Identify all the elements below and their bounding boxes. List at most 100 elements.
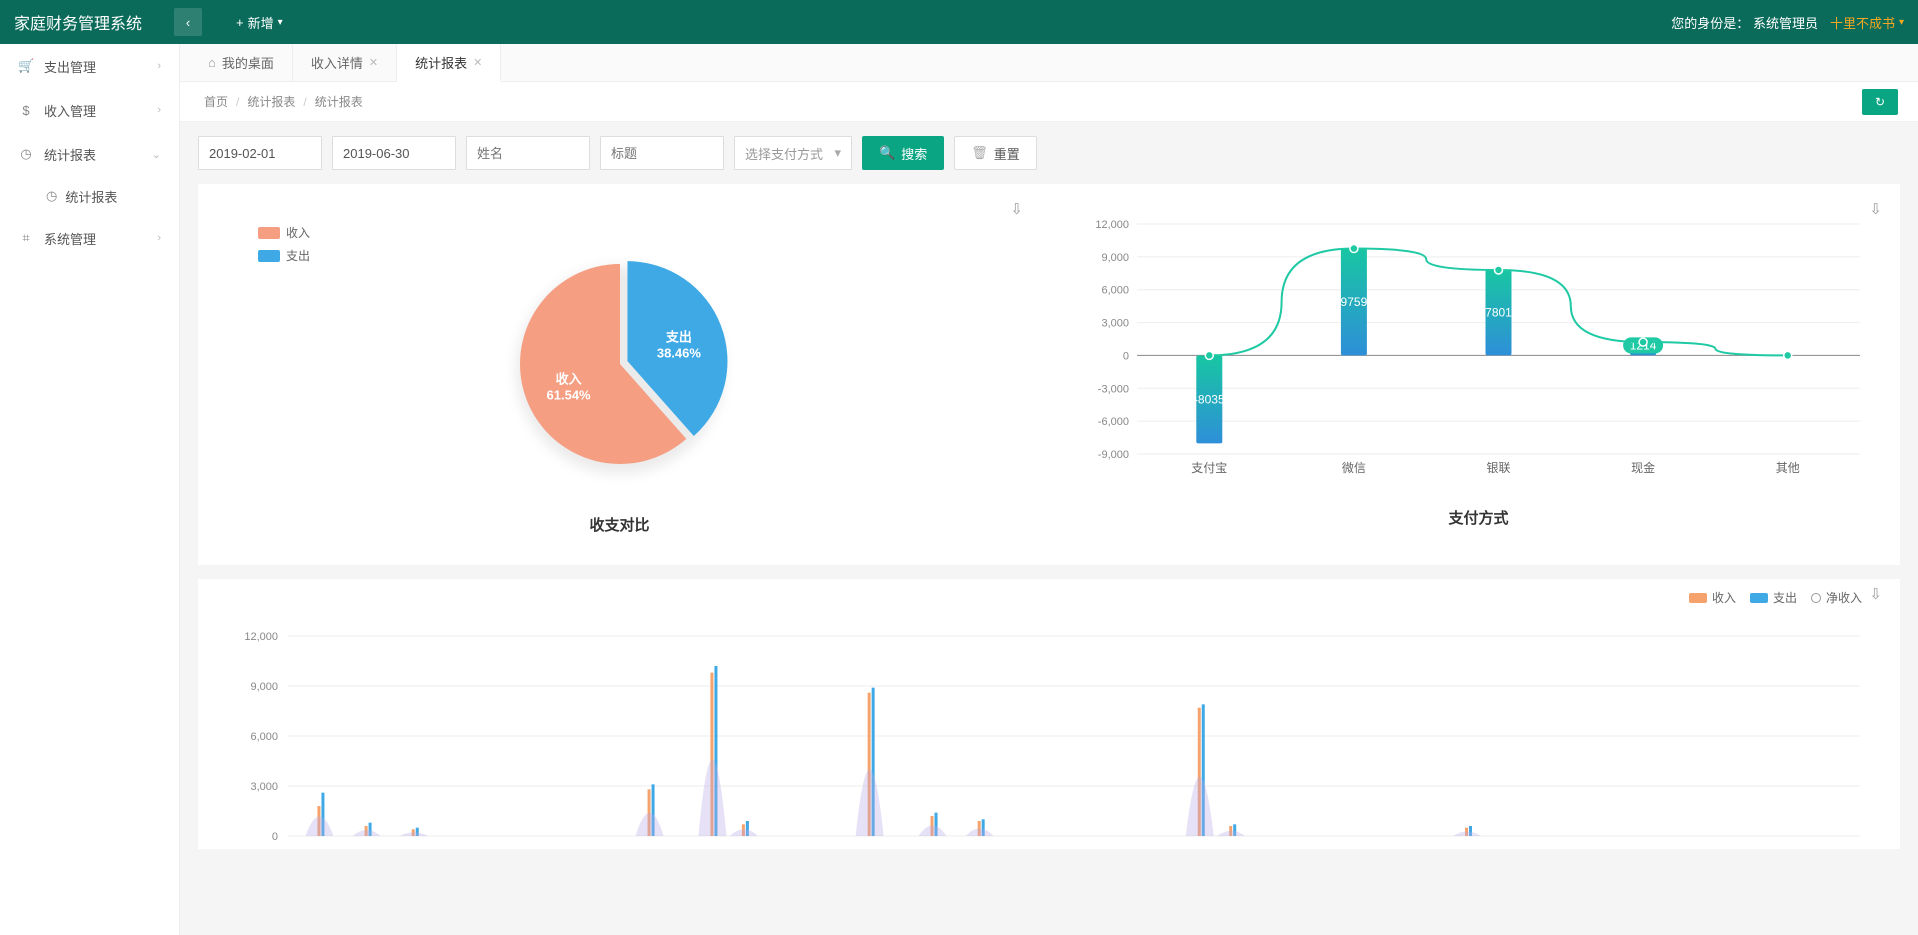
chevron-right-icon: › [157,60,161,72]
breadcrumb-item[interactable]: 统计报表 [247,93,295,110]
svg-text:现金: 现金 [1631,460,1655,475]
legend-item-expense[interactable]: 支出 [258,247,310,264]
bar-chart-card: ⇩ -9,000-6,000-3,00003,0006,0009,00012,0… [1057,194,1900,545]
user-menu[interactable]: 十里不成书 ▾ [1830,13,1904,32]
breadcrumb-sep: / [303,95,306,109]
svg-text:9759: 9759 [1341,295,1368,309]
name-input[interactable] [466,136,590,170]
sidebar-item-income[interactable]: $ 收入管理 › [0,88,179,132]
sidebar-subitem-reports[interactable]: ◷ 统计报表 [0,176,179,216]
sidebar: 🛒 支出管理 › $ 收入管理 › ◷ 统计报表 ⌄ ◷ 统计报表 ⌗ 系统管理… [0,44,180,935]
legend-swatch [1689,593,1707,603]
role-indicator: 您的身份是： 系统管理员 [1671,13,1818,32]
legend-item-net[interactable]: 净收入 [1811,589,1862,606]
chart-title: 支付方式 [1077,507,1880,528]
svg-text:支付宝: 支付宝 [1191,461,1227,475]
svg-text:0: 0 [1123,350,1129,362]
sidebar-item-label: 支出管理 [44,57,96,76]
legend-label: 收入 [1712,589,1736,606]
breadcrumb: 首页 / 统计报表 / 统计报表 ↻ [180,82,1918,122]
sidebar-item-label: 统计报表 [65,187,117,206]
caret-down-icon: ▾ [278,17,283,28]
sidebar-item-system[interactable]: ⌗ 系统管理 › [0,216,179,260]
tab-label: 统计报表 [415,53,467,72]
sidebar-item-label: 统计报表 [44,145,96,164]
caret-down-icon: ▾ [1899,17,1904,28]
timeline-chart-card: ⇩ 收入 支出 净收入 03,0006,0009,00012,000 [198,579,1900,849]
dollar-icon: $ [18,103,34,118]
trash-icon: 🗑 [971,145,988,161]
legend-item-income[interactable]: 收入 [258,224,310,241]
reset-button[interactable]: 🗑 重置 [954,136,1037,170]
bar-chart: -9,000-6,000-3,00003,0006,0009,00012,000… [1077,204,1880,494]
button-label: 搜索 [901,144,927,163]
sidebar-item-expense[interactable]: 🛒 支出管理 › [0,44,179,88]
breadcrumb-item[interactable]: 首页 [204,93,228,110]
top-header: 家庭财务管理系统 ‹ + 新增 ▾ 您的身份是： 系统管理员 十里不成书 ▾ [0,0,1918,44]
svg-text:6,000: 6,000 [1101,285,1129,297]
legend-ring [1811,593,1821,603]
home-icon: ⌂ [208,55,216,70]
sidebar-collapse-button[interactable]: ‹ [174,8,202,36]
select-placeholder: 选择支付方式 [745,144,823,163]
pie-chart-card: ⇩ 收入 支出 收入61.54%支出38.46% [198,194,1041,545]
sidebar-item-reports[interactable]: ◷ 统计报表 ⌄ [0,132,179,176]
timeline-chart: 03,0006,0009,00012,000 [218,606,1880,846]
refresh-icon: ↻ [1875,95,1885,109]
pie-chart: 收入61.54%支出38.46% [490,234,750,494]
svg-text:-9,000: -9,000 [1098,449,1129,461]
download-icon[interactable]: ⇩ [1869,200,1882,218]
tab-desktop[interactable]: ⌂ 我的桌面 [190,44,293,81]
button-label: 重置 [994,144,1020,163]
cart-icon: 🛒 [18,58,34,74]
sidebar-item-label: 收入管理 [44,101,96,120]
svg-text:3,000: 3,000 [250,781,278,793]
svg-text:7801: 7801 [1485,306,1512,320]
tab-reports[interactable]: 统计报表 ✕ [397,44,501,82]
breadcrumb-sep: / [236,95,239,109]
date-start-input[interactable] [198,136,322,170]
svg-text:3,000: 3,000 [1101,318,1129,330]
refresh-button[interactable]: ↻ [1862,89,1898,115]
legend-swatch [258,227,280,239]
legend-swatch [258,250,280,262]
date-end-input[interactable] [332,136,456,170]
grid-icon: ⌗ [18,230,34,246]
legend-item-income[interactable]: 收入 [1689,589,1736,606]
svg-text:9,000: 9,000 [250,681,278,693]
search-button[interactable]: 🔍 搜索 [862,136,944,170]
user-name: 十里不成书 [1830,13,1895,32]
tab-income-detail[interactable]: 收入详情 ✕ [293,44,397,81]
svg-text:-6,000: -6,000 [1098,416,1129,428]
svg-text:0: 0 [272,831,278,843]
legend-label: 净收入 [1826,589,1862,606]
legend-label: 支出 [286,247,310,264]
title-input[interactable] [600,136,724,170]
chart-title: 收支对比 [218,514,1021,535]
charts-row: ⇩ 收入 支出 收入61.54%支出38.46% [198,184,1900,565]
sidebar-item-label: 系统管理 [44,229,96,248]
svg-text:-3,000: -3,000 [1098,383,1129,395]
search-icon: 🔍 [879,145,895,161]
legend-label: 收入 [286,224,310,241]
close-icon[interactable]: ✕ [473,56,482,69]
download-icon[interactable]: ⇩ [1869,585,1882,603]
add-new-button[interactable]: + 新增 ▾ [236,13,283,32]
pie-legend: 收入 支出 [258,224,310,270]
add-label: 新增 [248,13,274,32]
role-value: 系统管理员 [1753,16,1818,31]
content-scroll[interactable]: 选择支付方式 🔍 搜索 🗑 重置 ⇩ [180,122,1918,935]
tab-label: 我的桌面 [222,53,274,72]
download-icon[interactable]: ⇩ [1010,200,1023,218]
svg-text:6,000: 6,000 [250,731,278,743]
role-label: 您的身份是： [1671,16,1749,31]
plus-icon: + [236,15,244,30]
paytype-select[interactable]: 选择支付方式 [734,136,852,170]
close-icon[interactable]: ✕ [369,56,378,69]
breadcrumb-item: 统计报表 [315,93,363,110]
svg-text:9,000: 9,000 [1101,252,1129,264]
legend-item-expense[interactable]: 支出 [1750,589,1797,606]
tab-label: 收入详情 [311,53,363,72]
chevron-right-icon: › [157,104,161,116]
svg-text:-8035: -8035 [1194,392,1225,406]
